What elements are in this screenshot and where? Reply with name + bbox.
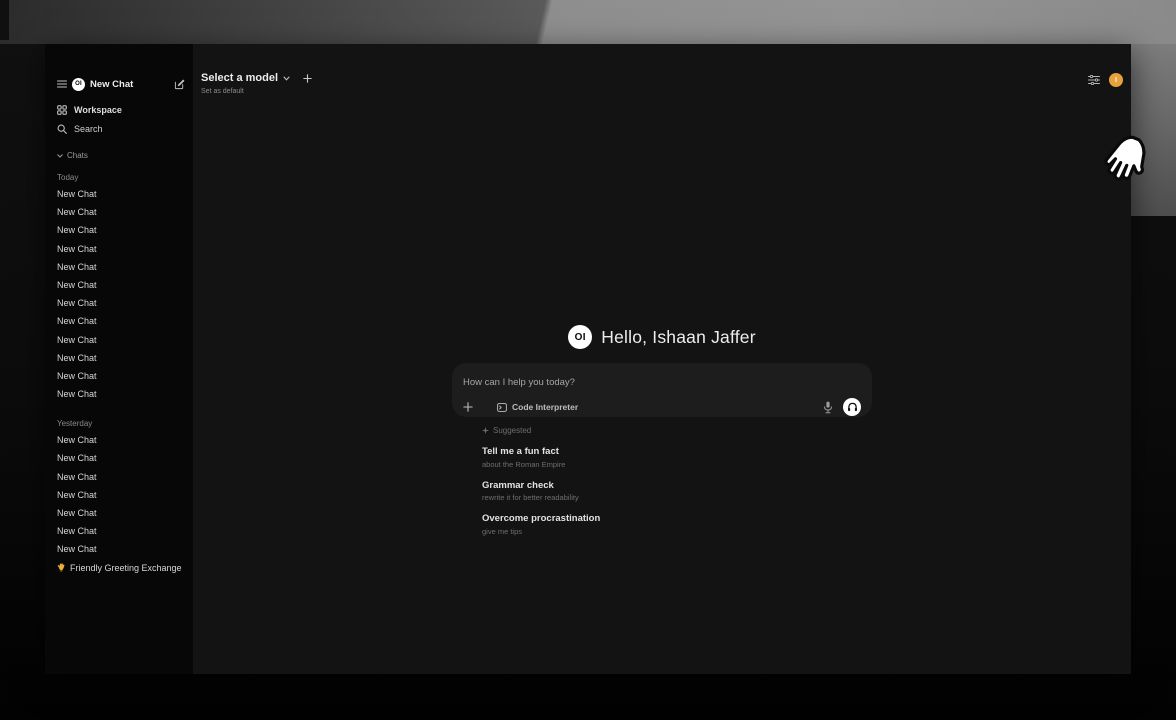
sidebar-item-label: Search xyxy=(74,124,103,134)
suggestion-item[interactable]: Overcome procrastination give me tips xyxy=(482,513,872,536)
chat-title: Friendly Greeting Exchange xyxy=(70,563,182,573)
code-interpreter-icon xyxy=(497,403,507,412)
suggestion-title: Grammar check xyxy=(482,480,872,491)
chats-section-label: Chats xyxy=(67,151,88,160)
suggestion-subtitle: rewrite it for better readability xyxy=(482,493,872,502)
sidebar-title: New Chat xyxy=(90,79,133,90)
suggestion-title: Overcome procrastination xyxy=(482,513,872,524)
voice-call-button[interactable] xyxy=(843,398,861,416)
menu-icon[interactable] xyxy=(57,80,67,88)
chat-list-yesterday: New ChatNew ChatNew ChatNew ChatNew Chat… xyxy=(57,431,185,558)
suggestion-item[interactable]: Grammar check rewrite it for better read… xyxy=(482,480,872,503)
message-input[interactable] xyxy=(463,377,861,388)
model-selector[interactable]: Select a model xyxy=(201,72,278,84)
chat-list-today: New ChatNew ChatNew ChatNew ChatNew Chat… xyxy=(57,185,185,403)
chat-list-item[interactable]: New Chat xyxy=(57,449,185,467)
headphones-icon xyxy=(847,402,858,412)
chat-list-item[interactable]: New Chat xyxy=(57,221,185,239)
sparkle-icon xyxy=(482,427,489,434)
chat-list-item[interactable]: New Chat xyxy=(57,540,185,558)
chat-list-item[interactable]: New Chat xyxy=(57,258,185,276)
sidebar-item-label: Workspace xyxy=(74,105,122,115)
chat-list-item[interactable]: New Chat xyxy=(57,294,185,312)
chats-section-toggle[interactable]: Chats xyxy=(57,149,185,162)
microphone-icon[interactable] xyxy=(823,401,833,414)
chevron-down-icon[interactable] xyxy=(283,76,290,81)
hero-section: OI Hello, Ishaan Jaffer Code Interpreter xyxy=(452,325,872,536)
wave-emoji-icon xyxy=(57,563,66,572)
chat-group-label-yesterday: Yesterday xyxy=(57,416,185,431)
search-icon xyxy=(57,124,67,134)
app-window: OI New Chat Workspace Search xyxy=(45,44,1131,674)
topbar: Select a model Set as default I xyxy=(201,72,1123,95)
greeting-text: Hello, Ishaan Jaffer xyxy=(601,327,755,348)
chat-list-item[interactable]: New Chat xyxy=(57,349,185,367)
chat-list-item[interactable]: New Chat xyxy=(57,468,185,486)
set-as-default-button[interactable]: Set as default xyxy=(201,88,312,95)
sidebar: OI New Chat Workspace Search xyxy=(45,44,193,674)
suggested-label: Suggested xyxy=(493,426,531,435)
suggestion-item[interactable]: Tell me a fun fact about the Roman Empir… xyxy=(482,446,872,469)
app-logo: OI xyxy=(72,78,85,91)
suggested-header: Suggested xyxy=(482,426,872,435)
sidebar-item-search[interactable]: Search xyxy=(57,119,185,138)
suggestion-subtitle: about the Roman Empire xyxy=(482,460,872,469)
attach-plus-icon[interactable] xyxy=(463,402,473,412)
code-interpreter-toggle[interactable]: Code Interpreter xyxy=(497,402,578,412)
chat-list-item[interactable]: New Chat xyxy=(57,276,185,294)
suggestion-list: Tell me a fun fact about the Roman Empir… xyxy=(482,446,872,536)
message-composer[interactable]: Code Interpreter xyxy=(452,363,872,417)
chat-list-item[interactable]: New Chat xyxy=(57,385,185,403)
chat-list-item[interactable]: New Chat xyxy=(57,486,185,504)
chat-list-item[interactable]: New Chat xyxy=(57,504,185,522)
chat-list-item[interactable]: New Chat xyxy=(57,431,185,449)
composer-controls: Code Interpreter xyxy=(463,398,861,416)
suggestion-subtitle: give me tips xyxy=(482,527,872,536)
suggestion-title: Tell me a fun fact xyxy=(482,446,872,457)
suggested-section: Suggested Tell me a fun fact about the R… xyxy=(452,426,872,536)
sidebar-item-workspace[interactable]: Workspace xyxy=(57,100,185,119)
chat-list-item-friendly-greeting[interactable]: Friendly Greeting Exchange xyxy=(57,559,185,578)
code-interpreter-label: Code Interpreter xyxy=(512,402,578,412)
sidebar-header: OI New Chat xyxy=(57,76,185,92)
chevron-down-icon xyxy=(57,154,63,158)
greeting-row: OI Hello, Ishaan Jaffer xyxy=(452,325,872,349)
model-selector-block: Select a model Set as default xyxy=(201,72,312,95)
main-area: Select a model Set as default I xyxy=(193,44,1131,674)
chat-group-label-today: Today xyxy=(57,170,185,185)
user-avatar[interactable]: I xyxy=(1109,73,1123,87)
grid-icon xyxy=(57,105,67,115)
chat-list-item[interactable]: New Chat xyxy=(57,331,185,349)
desktop-wallpaper-top xyxy=(0,0,1176,44)
chat-list-item[interactable]: New Chat xyxy=(57,367,185,385)
app-logo-large: OI xyxy=(568,325,592,349)
new-chat-button[interactable] xyxy=(174,79,185,90)
chat-list-item[interactable]: New Chat xyxy=(57,203,185,221)
topbar-right: I xyxy=(1088,73,1123,87)
chat-list-item[interactable]: New Chat xyxy=(57,312,185,330)
chat-list-item[interactable]: New Chat xyxy=(57,522,185,540)
sidebar-nav: Workspace Search xyxy=(57,100,185,138)
chat-list-item[interactable]: New Chat xyxy=(57,185,185,203)
desktop-wallpaper-notch xyxy=(0,0,9,40)
chat-list-item[interactable]: New Chat xyxy=(57,240,185,258)
desktop-wallpaper-right xyxy=(1131,44,1176,216)
settings-sliders-icon[interactable] xyxy=(1088,75,1100,85)
add-model-icon[interactable] xyxy=(303,74,312,83)
